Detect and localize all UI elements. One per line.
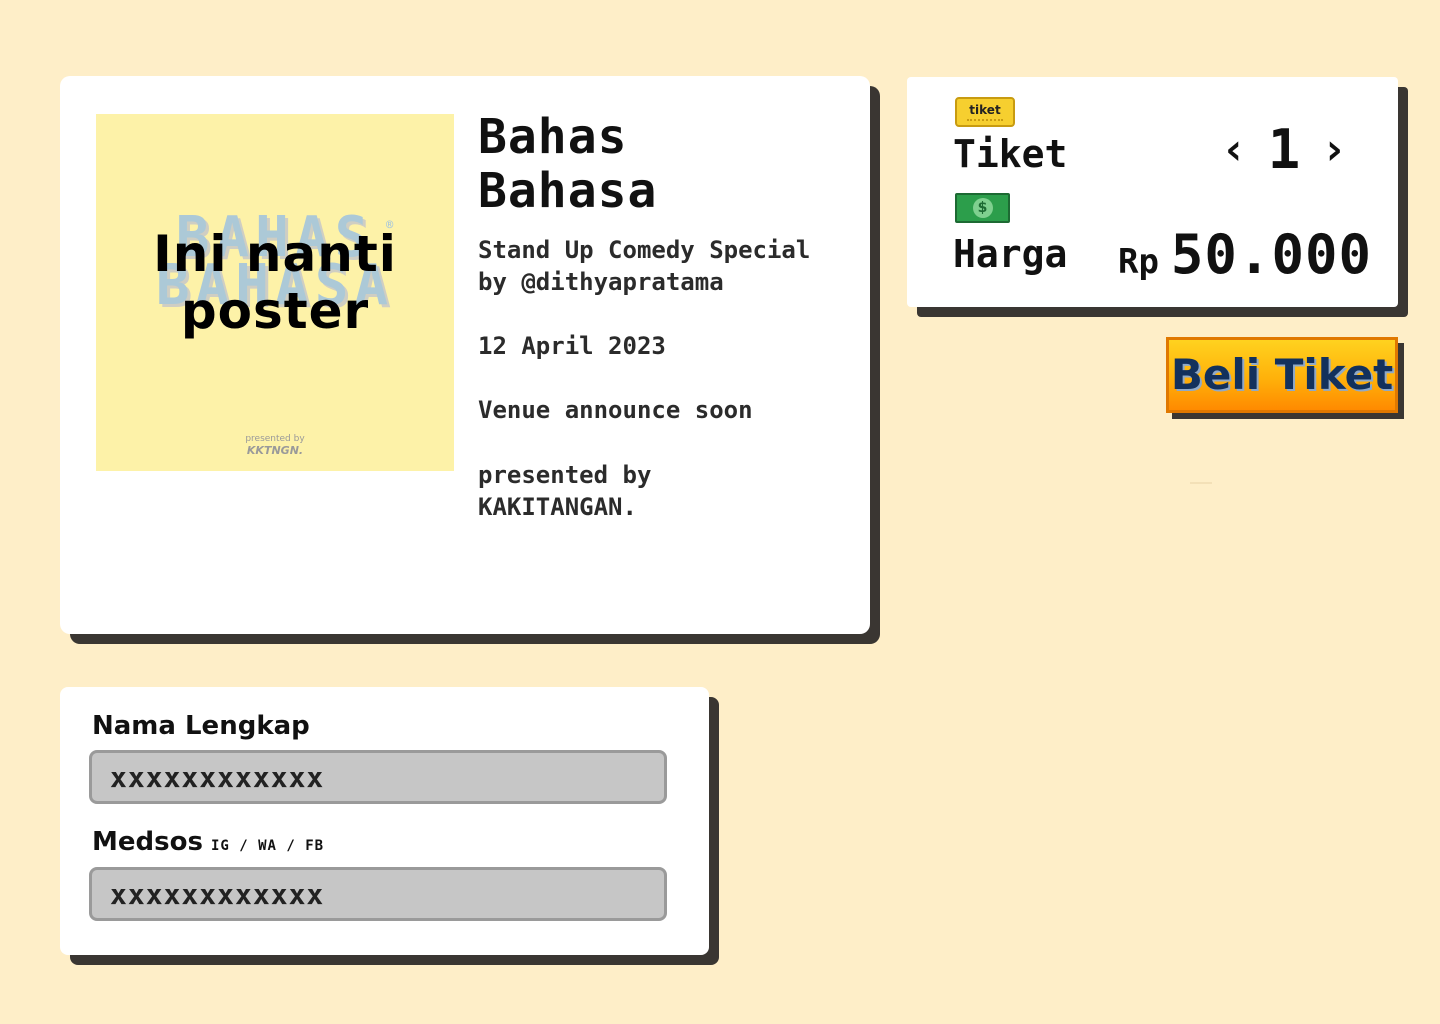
poster-placeholder-line1: Ini nanti	[153, 225, 397, 283]
money-glyph: $	[972, 198, 993, 218]
event-title-line2: Bahasa	[478, 163, 658, 219]
event-title: Bahas Bahasa	[478, 110, 838, 218]
money-icon: $	[955, 193, 1010, 223]
event-title-line1: Bahas	[478, 109, 628, 165]
divider	[1190, 482, 1212, 484]
ticket-icon: tiket	[955, 97, 1015, 127]
social-media-hint: IG / WA / FB	[210, 838, 325, 854]
ticket-card: tiket Tiket ‹ 1 › $ Harga Rp 50.000	[907, 77, 1398, 307]
social-media-input[interactable]	[89, 867, 667, 921]
price-value: Rp 50.000	[1118, 223, 1372, 286]
ticket-quantity-value: 1	[1267, 117, 1301, 181]
event-subtitle-line2: by @dithyapratama	[478, 268, 724, 296]
full-name-label: Nama Lengkap	[92, 711, 310, 741]
event-poster: BAHAS BAHASA ® Ini nanti poster presente…	[96, 114, 454, 471]
poster-presented-brand: KKTNGN.	[246, 444, 304, 457]
price-currency: Rp	[1117, 242, 1159, 282]
poster-placeholder-text: Ini nanti poster	[96, 226, 454, 340]
event-presented-by: presented by KAKITANGAN.	[478, 459, 858, 523]
event-subtitle: Stand Up Comedy Special by @dithyapratam…	[478, 234, 858, 298]
event-card: BAHAS BAHASA ® Ini nanti poster presente…	[60, 76, 870, 634]
social-media-label-text: Medsos	[92, 827, 203, 857]
event-venue: Venue announce soon	[478, 396, 753, 424]
decrease-quantity-button[interactable]: ‹	[1219, 124, 1249, 175]
event-date: 12 April 2023	[478, 332, 666, 360]
full-name-input[interactable]	[89, 750, 667, 804]
buy-ticket-button[interactable]: Beli Tiket	[1166, 337, 1398, 413]
ticket-quantity-stepper: ‹ 1 ›	[1219, 117, 1349, 181]
event-subtitle-line1: Stand Up Comedy Special	[478, 236, 811, 264]
event-presented-line1: presented by	[478, 461, 652, 489]
price-amount: 50.000	[1170, 223, 1372, 286]
social-media-label: Medsos IG / WA / FB	[92, 827, 324, 857]
buyer-form-card: Nama Lengkap Medsos IG / WA / FB	[60, 687, 709, 955]
price-label: Harga	[953, 232, 1068, 276]
poster-presented-by: presented by KKTNGN.	[96, 434, 454, 458]
increase-quantity-button[interactable]: ›	[1319, 124, 1349, 175]
poster-placeholder-line2: poster	[180, 282, 370, 340]
event-presented-line2: KAKITANGAN.	[478, 493, 637, 521]
ticket-label: Tiket	[953, 132, 1068, 176]
